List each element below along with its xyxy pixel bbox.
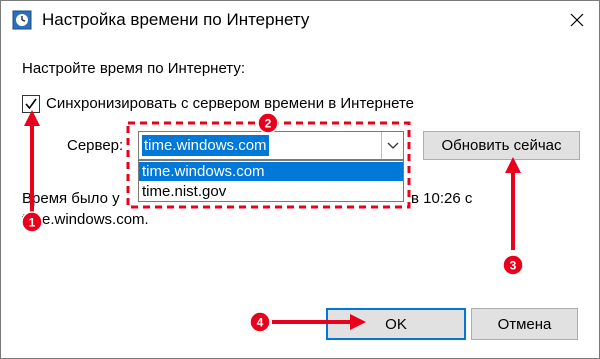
server-option-time-windows[interactable]: time.windows.com (139, 162, 403, 181)
dialog-heading: Настройте время по Интернету: (22, 60, 245, 77)
dropdown-toggle[interactable] (381, 132, 403, 159)
ok-button[interactable]: OK (326, 308, 466, 340)
close-icon (570, 13, 584, 27)
server-dropdown-list: time.windows.com time.nist.gov (138, 160, 404, 202)
server-combobox[interactable]: time.windows.com (138, 131, 404, 160)
sync-checkbox[interactable] (22, 95, 40, 113)
cancel-button[interactable]: Отмена (471, 308, 578, 340)
window-title: Настройка времени по Интернету (42, 10, 310, 29)
sync-checkbox-label[interactable]: Синхронизировать с сервером времени в Ин… (46, 95, 414, 112)
sync-status-server: time.windows.com. (22, 211, 149, 228)
close-button[interactable] (561, 5, 593, 35)
server-label: Сервер: (67, 137, 124, 154)
sync-status-end: в 10:26 с (411, 190, 473, 207)
checkmark-icon (25, 98, 37, 110)
update-now-button[interactable]: Обновить сейчас (423, 131, 580, 160)
internet-time-dialog: Настройка времени по Интернету Настройте… (0, 0, 600, 359)
title-bar: Настройка времени по Интернету (1, 1, 599, 39)
sync-status-start: Время было у (22, 190, 120, 207)
clock-settings-icon (12, 10, 32, 30)
chevron-down-icon (387, 142, 398, 149)
server-option-time-nist[interactable]: time.nist.gov (139, 182, 403, 201)
server-combobox-value[interactable]: time.windows.com (142, 135, 269, 156)
